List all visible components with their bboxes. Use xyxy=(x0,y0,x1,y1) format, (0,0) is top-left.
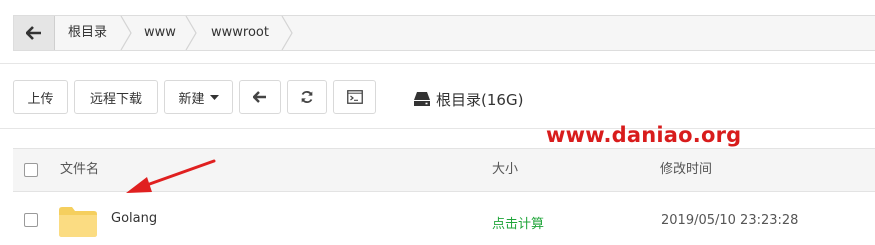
annotation-arrow xyxy=(126,159,216,193)
